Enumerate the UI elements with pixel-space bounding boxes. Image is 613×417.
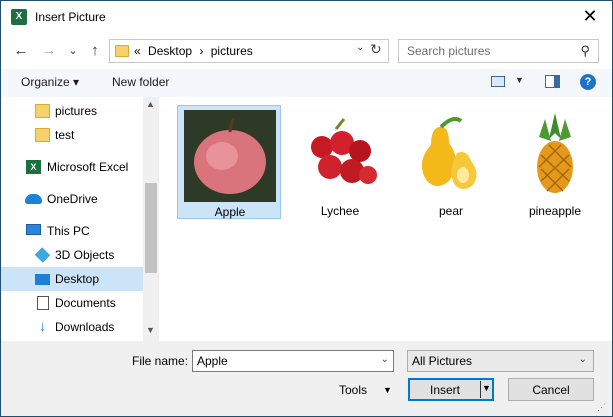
this-pc-icon <box>26 224 41 235</box>
title-bar: X Insert Picture ✕ <box>1 1 612 33</box>
insert-picture-dialog: X Insert Picture ✕ ← → ⌄ ↑ « Desktop › p… <box>0 0 613 417</box>
up-button[interactable]: ↑ <box>85 41 105 61</box>
file-list: Apple Lychee pear pineapple <box>159 97 612 341</box>
file-item-pineapple[interactable]: pineapple <box>503 105 607 219</box>
sidebar-item-documents[interactable]: Documents <box>1 291 143 315</box>
change-view-icon[interactable] <box>491 76 505 87</box>
lychee-thumbnail <box>294 109 386 201</box>
desktop-icon <box>35 274 50 285</box>
breadcrumb-overflow[interactable]: « <box>134 44 141 58</box>
preview-pane-icon[interactable] <box>545 75 560 88</box>
3d-objects-icon <box>34 247 51 263</box>
sidebar-item-label: test <box>55 128 75 142</box>
sidebar-item-label: Downloads <box>55 320 115 334</box>
file-name-label: File name: <box>132 354 189 368</box>
file-name-label: Lychee <box>320 204 360 218</box>
folder-icon <box>35 128 50 142</box>
command-bar: Organize ▾ New folder ▼ ? <box>1 69 612 97</box>
resize-grip-icon[interactable]: ⋰ <box>597 402 606 413</box>
insert-button[interactable]: Insert ▼ <box>408 378 494 401</box>
documents-icon <box>37 296 49 310</box>
forward-button[interactable]: → <box>39 41 59 61</box>
sidebar-item-this-pc[interactable]: This PC <box>1 219 143 243</box>
file-name-label: pear <box>438 204 464 218</box>
pear-thumbnail <box>405 109 497 201</box>
dialog-footer: File name: Apple ⌄ All Pictures ⌄ Tools … <box>1 341 612 416</box>
scroll-up-icon[interactable]: ▲ <box>146 99 155 109</box>
sidebar-item-onedrive[interactable]: OneDrive <box>1 187 143 211</box>
chevron-down-icon[interactable]: ⌄ <box>381 354 389 365</box>
pineapple-thumbnail <box>509 109 601 201</box>
breadcrumb-desktop[interactable]: Desktop <box>148 44 192 58</box>
folder-icon <box>115 45 129 57</box>
search-icon[interactable]: ⚲ <box>580 43 590 59</box>
sidebar-item-label: pictures <box>55 104 98 118</box>
refresh-icon[interactable]: ↻ <box>370 41 382 58</box>
onedrive-icon <box>25 194 42 204</box>
insert-label: Insert <box>429 383 460 397</box>
chevron-down-icon[interactable]: ⌄ <box>356 42 364 53</box>
scroll-down-icon[interactable]: ▼ <box>146 325 155 335</box>
breadcrumb: « Desktop › pictures <box>134 44 257 58</box>
tools-button[interactable]: Tools <box>339 383 367 397</box>
organize-button[interactable]: Organize ▾ <box>21 75 79 89</box>
sidebar-item-test[interactable]: test <box>1 123 143 147</box>
new-folder-button[interactable]: New folder <box>112 75 169 89</box>
sidebar-item-label: Desktop <box>55 272 100 286</box>
search-input[interactable]: Search pictures ⚲ <box>398 39 599 63</box>
scrollbar-thumb[interactable] <box>145 183 157 273</box>
file-name-label: Apple <box>214 205 246 219</box>
sidebar-item-pictures[interactable]: pictures <box>1 99 143 123</box>
search-placeholder: Search pictures <box>407 44 491 58</box>
excel-app-icon: X <box>11 9 27 25</box>
cancel-label: Cancel <box>532 383 570 397</box>
file-type-filter[interactable]: All Pictures ⌄ <box>407 350 594 372</box>
navigation-scrollbar[interactable]: ▲ ▼ <box>143 97 159 341</box>
file-name-input[interactable]: Apple ⌄ <box>192 350 394 372</box>
apple-thumbnail <box>184 110 276 202</box>
sidebar-item-downloads[interactable]: ↓ Downloads <box>1 315 143 339</box>
help-icon[interactable]: ? <box>580 74 596 90</box>
sidebar-item-label: OneDrive <box>47 192 98 206</box>
chevron-down-icon[interactable]: ⌄ <box>579 354 587 365</box>
sidebar-item-label: Microsoft Excel <box>47 160 129 174</box>
sidebar-item-label: Documents <box>55 296 116 310</box>
sidebar-item-3d-objects[interactable]: 3D Objects <box>1 243 143 267</box>
downloads-icon: ↓ <box>38 318 47 335</box>
sidebar-item-label: 3D Objects <box>55 248 115 262</box>
view-options-dropdown-icon[interactable]: ▼ <box>515 75 524 85</box>
file-type-value: All Pictures <box>412 354 473 368</box>
address-bar[interactable]: « Desktop › pictures ⌄ ↻ <box>109 39 389 63</box>
close-button[interactable]: ✕ <box>577 5 603 29</box>
file-name-label: pineapple <box>528 204 582 218</box>
back-button[interactable]: ← <box>11 41 31 61</box>
split-divider <box>480 381 481 398</box>
sidebar-item-label: This PC <box>47 224 90 238</box>
file-item-lychee[interactable]: Lychee <box>288 105 392 219</box>
window-title: Insert Picture <box>35 10 106 24</box>
file-name-value: Apple <box>197 354 228 368</box>
sidebar-item-microsoft-excel[interactable]: X Microsoft Excel <box>1 155 143 179</box>
file-item-pear[interactable]: pear <box>399 105 503 219</box>
sidebar-item-desktop[interactable]: Desktop <box>1 267 143 291</box>
navigation-pane: pictures test X Microsoft Excel OneDrive… <box>1 97 159 341</box>
excel-icon: X <box>26 160 41 174</box>
tools-dropdown-icon[interactable]: ▼ <box>383 385 392 395</box>
recent-locations-button[interactable]: ⌄ <box>63 41 83 61</box>
breadcrumb-separator[interactable]: › <box>199 44 203 58</box>
cancel-button[interactable]: Cancel <box>508 378 594 401</box>
address-row: ← → ⌄ ↑ « Desktop › pictures ⌄ ↻ Search … <box>1 33 612 69</box>
file-item-apple[interactable]: Apple <box>177 105 281 219</box>
insert-options-dropdown-icon[interactable]: ▼ <box>482 383 491 393</box>
folder-icon <box>35 104 50 118</box>
breadcrumb-pictures[interactable]: pictures <box>211 44 253 58</box>
